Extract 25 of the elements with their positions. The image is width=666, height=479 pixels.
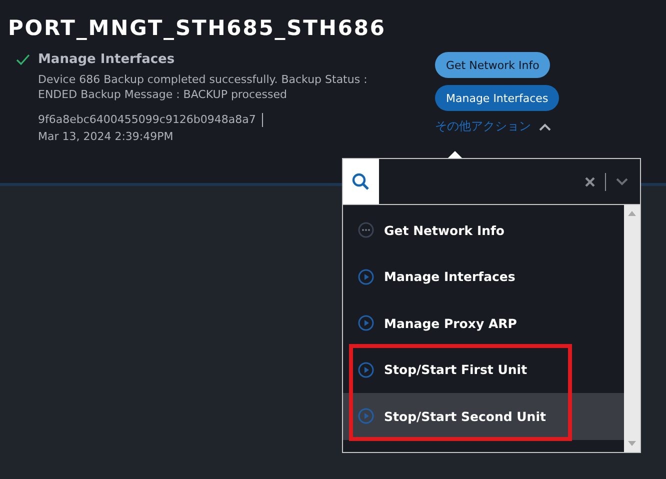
menu-item[interactable]: Stop/Start First Unit xyxy=(343,346,624,393)
status-message: Device 686 Backup completed successfully. Backup Status : ENDED Backup Message : BACKUP processed xyxy=(38,72,368,102)
page-title: PORT_MNGT_STH685_STH686 xyxy=(8,16,387,40)
play-circle-icon xyxy=(358,408,374,424)
ellipsis-circle-icon xyxy=(358,222,374,238)
search-icon[interactable] xyxy=(343,159,379,204)
chevron-up-icon xyxy=(539,122,551,130)
check-icon xyxy=(16,54,30,66)
play-circle-icon xyxy=(358,268,374,285)
status-action: Manage Interfaces xyxy=(38,52,176,67)
menu-item[interactable]: Get Network Info xyxy=(343,207,624,254)
action-button[interactable]: Get Network Info xyxy=(435,52,550,78)
separator-bar xyxy=(262,112,264,126)
menu-item[interactable]: Manage Proxy ARP xyxy=(343,300,624,346)
chevron-down-icon[interactable] xyxy=(616,178,628,186)
play-circle-icon xyxy=(358,362,374,378)
search-field[interactable] xyxy=(343,159,640,205)
menu-item[interactable]: Stop/Start Second Unit xyxy=(343,393,624,440)
play-circle-icon xyxy=(358,315,374,332)
menu-item[interactable]: Manage Interfaces xyxy=(343,254,624,300)
action-button[interactable]: Manage Interfaces xyxy=(435,85,560,111)
scrollbar[interactable] xyxy=(624,205,640,452)
clear-icon[interactable] xyxy=(585,176,595,186)
timestamp: Mar 13, 2024 2:39:49PM xyxy=(38,129,174,145)
job-id: 9f6a8ebc6400455099c9126b0948a8a7 xyxy=(38,112,256,128)
